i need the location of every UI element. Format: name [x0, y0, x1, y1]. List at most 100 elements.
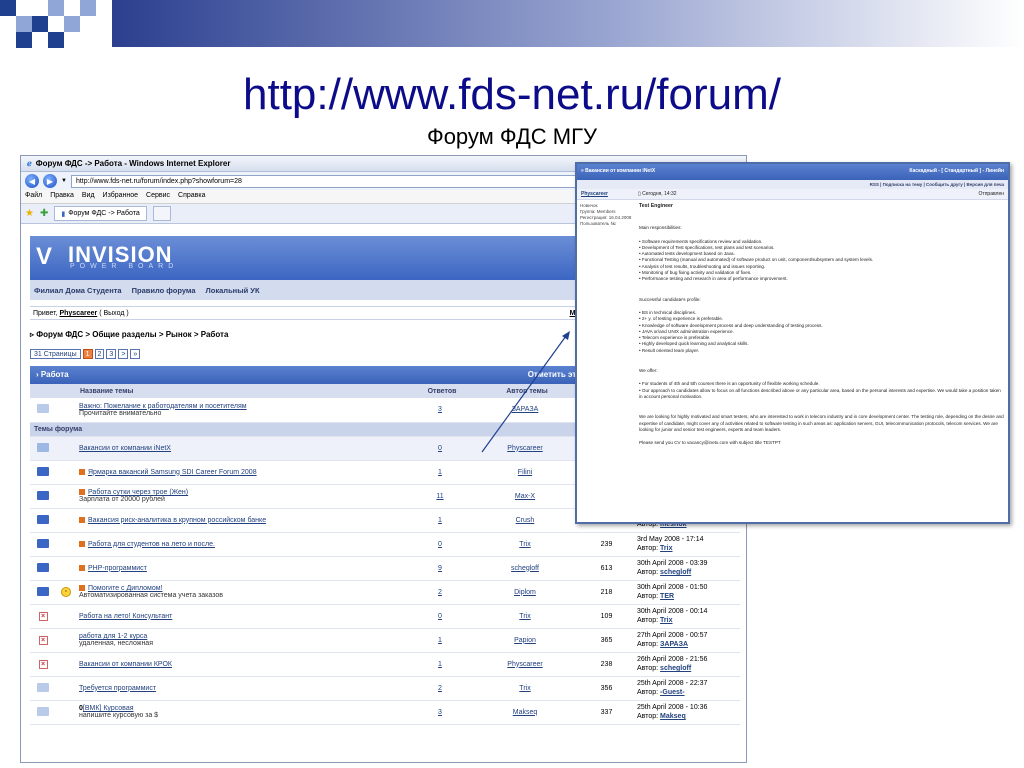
pages-count[interactable]: 31 Страницы: [30, 349, 81, 359]
forward-icon[interactable]: ▶: [43, 174, 57, 188]
favorites-star-icon[interactable]: ★: [25, 208, 34, 219]
nav-forum-rules[interactable]: Правило форума: [132, 286, 196, 295]
topic-desc: Зарплата от 20000 рублей: [79, 496, 165, 503]
topic-replies[interactable]: 1: [438, 637, 442, 644]
mark-read-link[interactable]: Отметить это: [528, 370, 581, 380]
nav-local-uk[interactable]: Локальный УК: [206, 286, 260, 295]
page-last[interactable]: »: [130, 349, 141, 359]
table-row[interactable]: Требуется программист 2 Trix 356 25th April …: [30, 676, 740, 701]
pinned-replies[interactable]: 3: [438, 406, 442, 413]
topic-title[interactable]: [ВМК] Курсовая: [83, 705, 134, 712]
topic-title-line: Помогите с Дипломом!: [79, 585, 406, 592]
page-next[interactable]: >: [118, 349, 129, 359]
last-post-author[interactable]: Trix: [660, 617, 672, 624]
page-3[interactable]: 3: [106, 349, 117, 359]
topic-author[interactable]: Trix: [519, 613, 530, 620]
deco-square-1: [0, 0, 16, 16]
topic-replies[interactable]: 2: [438, 589, 442, 596]
pinned-title[interactable]: Важно: Пожелание к работодателям и посет…: [79, 403, 406, 410]
topic-title[interactable]: Вакансия риск-аналитика в крупном россий…: [88, 517, 266, 524]
pinned-author[interactable]: ЗАРАЗА: [512, 406, 539, 413]
topic-title[interactable]: Работа на лето! Консультант: [79, 613, 172, 620]
col-replies[interactable]: Ответов: [409, 384, 471, 398]
topic-author[interactable]: Diplom: [514, 589, 536, 596]
topic-replies[interactable]: 1: [438, 517, 442, 524]
topic-title[interactable]: Работа для студентов на лето и после.: [88, 541, 215, 548]
topic-author[interactable]: Physcareer: [507, 661, 542, 668]
topic-title[interactable]: Ярмарка вакансий Samsung SDI Career Foru…: [88, 469, 257, 476]
page-2[interactable]: 2: [94, 349, 105, 359]
table-row[interactable]: × Работа на лето! Консультант 0 Trix 109 30th…: [30, 604, 740, 629]
page-1[interactable]: 1: [82, 349, 93, 359]
col-author[interactable]: Автор темы: [471, 384, 579, 398]
menu-view[interactable]: Вид: [82, 192, 95, 201]
topic-author[interactable]: Papion: [514, 637, 536, 644]
menu-file[interactable]: Файл: [25, 192, 42, 201]
menu-favorites[interactable]: Избранное: [103, 192, 138, 201]
topic-author[interactable]: Physcareer: [507, 445, 542, 452]
last-post-author[interactable]: schegloff: [660, 569, 691, 576]
topic-title[interactable]: Работа сутки через трое (Жен): [88, 489, 188, 496]
table-row[interactable]: PHP-программист 9 schegloff 613 30th April 2…: [30, 556, 740, 581]
post-author[interactable]: Physcareer: [581, 191, 608, 197]
add-favorites-icon[interactable]: ✚: [40, 208, 48, 219]
menu-edit[interactable]: Правка: [50, 192, 74, 201]
topic-author[interactable]: Filini: [518, 469, 532, 476]
popup-view-modes[interactable]: Каскадный - [ Стандартный ] - Линейн: [909, 168, 1004, 176]
topic-icon-cell: [30, 532, 56, 557]
topic-title-line: Вакансии от компании iNetX: [79, 445, 406, 452]
last-post-author[interactable]: Trix: [660, 545, 672, 552]
topic-replies[interactable]: 0: [438, 613, 442, 620]
col-topic-name[interactable]: Название темы: [76, 384, 409, 398]
views-cell: 218: [579, 580, 634, 605]
deco-square-3: [32, 16, 48, 32]
topic-author[interactable]: Trix: [519, 685, 530, 692]
popup-actions[interactable]: RSS | Подписка на тему | Сообщить другу …: [577, 180, 1008, 189]
last-post-author[interactable]: schegloff: [660, 665, 691, 672]
last-post-author[interactable]: TER: [660, 593, 674, 600]
table-row[interactable]: Работа для студентов на лето и после. 0 Tr…: [30, 532, 740, 557]
menu-tools[interactable]: Сервис: [146, 192, 170, 201]
last-post-author[interactable]: ЗАРАЗА: [660, 641, 688, 648]
topic-replies[interactable]: 3: [438, 709, 442, 716]
popup-topic-title: » Вакансии от компании iNetX: [581, 168, 656, 174]
user-link[interactable]: Physcareer: [59, 310, 97, 317]
table-row[interactable]: ᵕ Помогите с Дипломом! Автоматизированная …: [30, 580, 740, 605]
topic-title[interactable]: Помогите с Дипломом!: [88, 585, 162, 592]
topic-author[interactable]: schegloff: [511, 565, 539, 572]
tab-current[interactable]: ▮ Форум ФДС -> Работа: [54, 206, 147, 221]
topic-replies[interactable]: 9: [438, 565, 442, 572]
last-post-author[interactable]: Makseq: [660, 713, 686, 720]
table-row[interactable]: × работа для 1-2 курса удаленная, несложна…: [30, 628, 740, 653]
nav-dorm-branch[interactable]: Филиал Дома Студента: [34, 286, 122, 295]
topic-title[interactable]: Вакансии от компании КРОК: [79, 661, 172, 668]
topic-replies[interactable]: 0: [438, 541, 442, 548]
menu-help[interactable]: Справка: [178, 192, 205, 201]
topic-replies[interactable]: 1: [438, 661, 442, 668]
topic-author[interactable]: Max-X: [515, 493, 535, 500]
topic-author[interactable]: Crush: [516, 517, 535, 524]
topic-replies[interactable]: 0: [438, 445, 442, 452]
topic-replies[interactable]: 1: [438, 469, 442, 476]
topic-author[interactable]: Trix: [519, 541, 530, 548]
topic-author[interactable]: Makseq: [513, 709, 538, 716]
deco-square-5: [16, 32, 32, 48]
topic-title-line: работа для 1-2 курса: [79, 633, 406, 640]
deco-square-2: [16, 16, 32, 32]
topic-title[interactable]: Требуется программист: [79, 685, 156, 692]
topic-views: 356: [600, 684, 613, 692]
table-row[interactable]: 0[ВМК] Курсовая напишите курсовую за $ 3 Ma…: [30, 700, 740, 725]
topic-title[interactable]: работа для 1-2 курса: [79, 633, 147, 640]
topic-replies[interactable]: 11: [436, 493, 443, 500]
new-tab-button[interactable]: [152, 206, 171, 221]
post-send[interactable]: Отправлен: [979, 191, 1004, 197]
author-label: Автор:: [637, 689, 659, 696]
topic-title[interactable]: Вакансии от компании iNetX: [79, 445, 171, 452]
topic-replies[interactable]: 2: [438, 685, 442, 692]
last-post-author[interactable]: -Guest-: [660, 689, 685, 696]
table-row[interactable]: × Вакансии от компании КРОК 1 Physcareer 238…: [30, 652, 740, 677]
topic-title[interactable]: PHP-программист: [88, 565, 147, 572]
logout-link[interactable]: ( Выход ): [99, 310, 129, 317]
history-dropdown-icon[interactable]: ▼: [61, 178, 67, 184]
back-icon[interactable]: ◀: [25, 174, 39, 188]
